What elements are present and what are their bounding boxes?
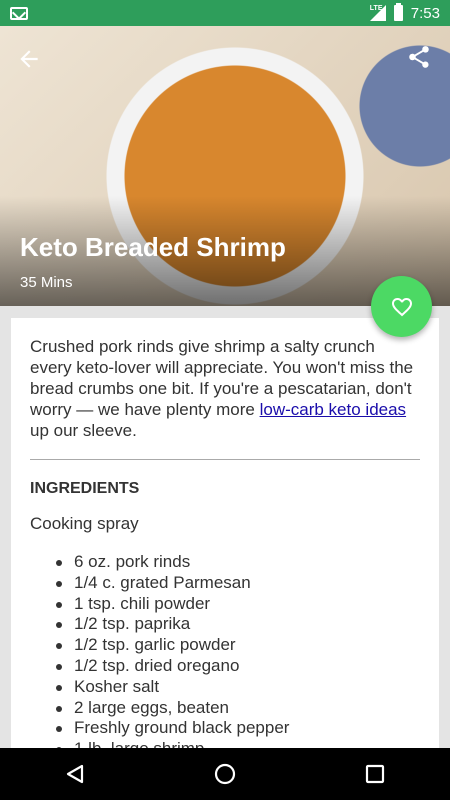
ingredient-item: 1/4 c. grated Parmesan <box>54 573 420 594</box>
status-bar: LTE 7:53 <box>0 0 450 26</box>
recipe-time: 35 Mins <box>20 274 73 291</box>
network-label: LTE <box>369 5 383 12</box>
section-divider <box>30 459 420 460</box>
triangle-back-icon <box>66 764 84 784</box>
low-carb-keto-ideas-link[interactable]: low-carb keto ideas <box>260 400 406 419</box>
nav-recents-button[interactable] <box>360 759 390 789</box>
favorite-button[interactable] <box>371 276 432 337</box>
status-right: LTE 7:53 <box>369 3 440 22</box>
intro-ingredient: Cooking spray <box>30 514 139 533</box>
gmail-notification-icon <box>10 6 28 20</box>
ingredient-item: Freshly ground black pepper <box>54 718 420 739</box>
ingredients-heading: INGREDIENTS <box>30 480 140 497</box>
recipe-hero-image: Keto Breaded Shrimp 35 Mins <box>0 26 450 306</box>
ingredient-item: 1/2 tsp. garlic powder <box>54 635 420 656</box>
nav-home-button[interactable] <box>210 759 240 789</box>
arrow-left-icon <box>20 50 38 68</box>
ingredient-item: 1/2 tsp. paprika <box>54 614 420 635</box>
share-icon <box>409 46 429 68</box>
ingredient-item: 2 large eggs, beaten <box>54 698 420 719</box>
ingredients-list: 6 oz. pork rinds 1/4 c. grated Parmesan … <box>30 552 420 748</box>
circle-home-icon <box>214 763 236 785</box>
nav-back-button[interactable] <box>60 759 90 789</box>
ingredient-item: 6 oz. pork rinds <box>54 552 420 573</box>
ingredient-item: 1 lb. large shrimp <box>54 739 420 748</box>
signal-icon: LTE <box>369 5 386 21</box>
status-time: 7:53 <box>410 4 440 22</box>
heart-outline-icon <box>391 297 412 316</box>
battery-icon <box>393 3 403 21</box>
system-navigation-bar <box>0 748 450 800</box>
ingredient-item: 1/2 tsp. dried oregano <box>54 656 420 677</box>
share-button[interactable] <box>406 44 436 74</box>
recipe-description: Crushed pork rinds give shrimp a salty c… <box>30 336 420 441</box>
ingredient-item: Kosher salt <box>54 677 420 698</box>
ingredient-item: 1 tsp. chili powder <box>54 594 420 615</box>
description-text-end: up our sleeve. <box>30 421 137 440</box>
back-button[interactable] <box>16 46 46 76</box>
recipe-card: Crushed pork rinds give shrimp a salty c… <box>11 318 439 748</box>
square-recents-icon <box>365 764 385 784</box>
recipe-title: Keto Breaded Shrimp <box>20 232 286 262</box>
